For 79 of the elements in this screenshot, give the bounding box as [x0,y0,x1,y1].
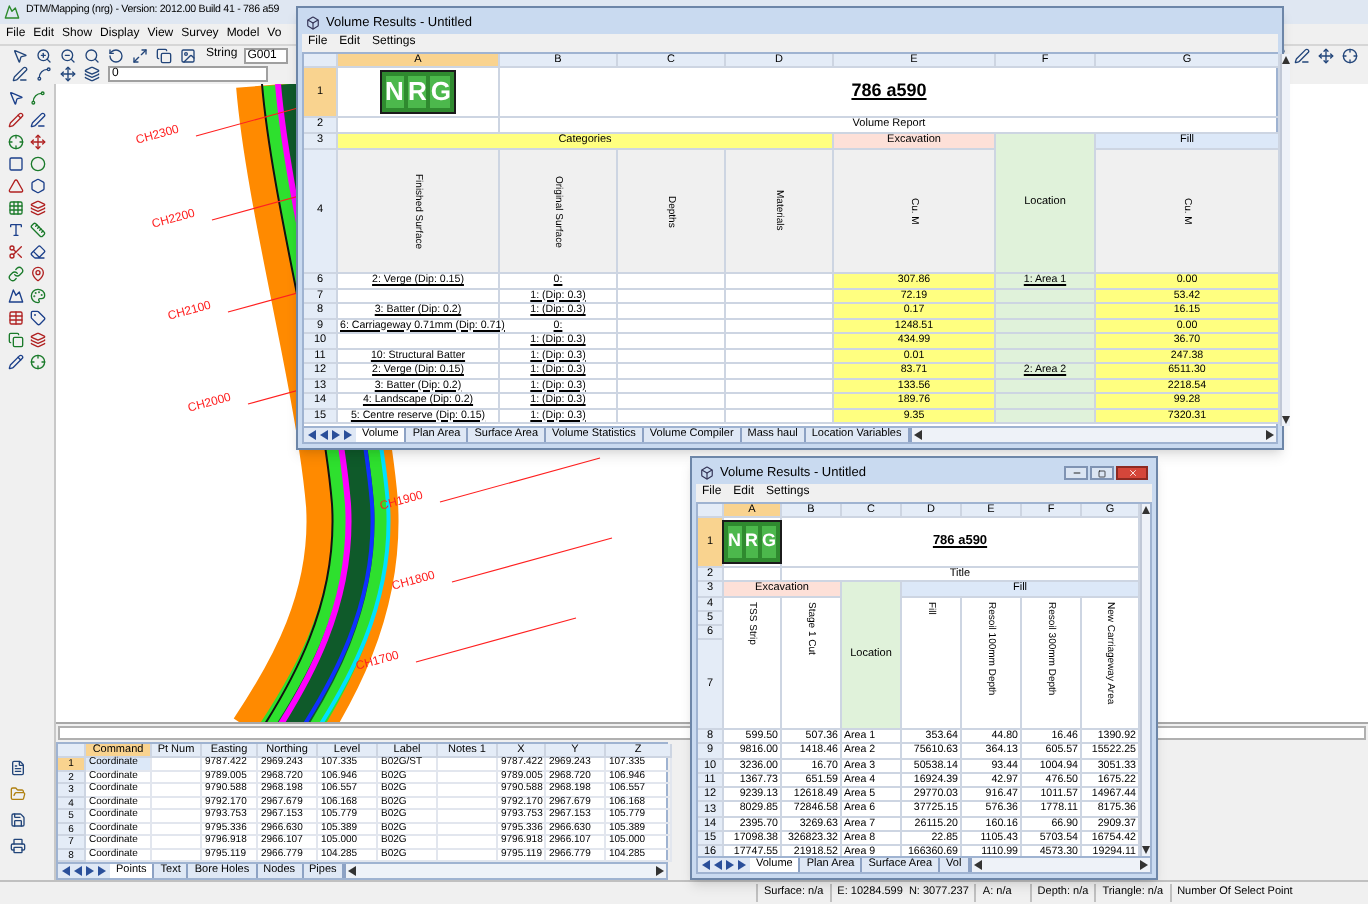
grid-icon[interactable] [4,198,26,218]
horizontal-scrollbar[interactable] [969,858,1150,872]
curve-icon[interactable] [32,64,54,84]
copy-icon[interactable] [152,45,174,65]
table-cell[interactable] [152,771,202,784]
pin-icon[interactable] [27,264,49,284]
curve-icon[interactable] [27,88,49,108]
scissors-icon[interactable] [4,242,26,262]
table-cell[interactable] [438,784,498,797]
close-button[interactable] [1116,466,1148,480]
table-cell[interactable] [438,836,498,849]
image-icon[interactable] [176,45,198,65]
pen-icon[interactable] [27,110,49,130]
pointer-icon[interactable] [4,88,26,108]
zoom-in-icon[interactable] [32,45,54,65]
layers-icon[interactable] [80,64,102,84]
expand-icon[interactable] [128,45,150,65]
logo: N R G [379,70,457,114]
vertical-scrollbar[interactable] [1140,504,1150,856]
table-cell[interactable] [438,823,498,836]
crosshair-icon[interactable] [27,352,49,372]
table-cell[interactable] [438,771,498,784]
minimize-icon [1071,468,1081,478]
save-icon[interactable] [6,810,28,830]
vertical-scrollbar[interactable] [1280,54,1290,426]
crosshair-icon[interactable] [1338,45,1360,65]
horizontal-scrollbar[interactable] [344,864,666,878]
zoom-out-icon[interactable] [56,45,78,65]
table-cell[interactable] [152,797,202,810]
layers-icon[interactable] [27,330,49,350]
pen-icon[interactable] [1290,45,1312,65]
move-icon[interactable] [27,132,49,152]
tag-icon[interactable] [27,308,49,328]
move-icon[interactable] [1314,45,1336,65]
pen-icon[interactable] [8,64,30,84]
table-cell[interactable] [152,823,202,836]
eraser-icon[interactable] [27,242,49,262]
hexagon-icon[interactable] [27,176,49,196]
pointer-icon[interactable] [8,45,30,65]
app-icon [4,4,20,20]
table-cell[interactable] [438,797,498,810]
layers-icon[interactable] [27,198,49,218]
mountain-icon[interactable] [4,286,26,306]
move-icon[interactable] [56,64,78,84]
text-icon[interactable] [4,220,26,240]
table-cell[interactable] [438,758,498,771]
arrow-icon[interactable] [1282,56,1290,64]
window-icon [700,466,714,480]
search-icon[interactable] [80,45,102,65]
table-cell[interactable] [152,758,202,771]
arrow-icon[interactable] [1142,506,1150,514]
table-cell[interactable] [152,810,202,823]
link-icon[interactable] [4,264,26,284]
window-icon [306,16,320,30]
square-icon[interactable] [4,154,26,174]
arrow-icon[interactable] [656,866,664,876]
table-cell[interactable] [152,784,202,797]
horizontal-scrollbar[interactable] [909,428,1276,442]
rotate-icon[interactable] [104,45,126,65]
crosshair-icon[interactable] [4,132,26,152]
minimize-button[interactable] [1064,466,1088,480]
arrow-icon[interactable] [973,860,982,870]
triangle-icon[interactable] [4,176,26,196]
pencil-icon[interactable] [4,352,26,372]
arrow-icon[interactable] [913,430,922,440]
pencil-icon[interactable] [4,110,26,130]
ruler-icon[interactable] [27,220,49,240]
printer-icon[interactable] [6,836,28,856]
report-heading: 786 a590 [500,68,1280,118]
circle-icon[interactable] [27,154,49,174]
table-cell[interactable] [438,810,498,823]
table-cell[interactable] [152,836,202,849]
maximize-icon [1098,469,1106,477]
logo: N R G [722,520,783,564]
palette-icon[interactable] [27,286,49,306]
document-icon[interactable] [6,758,28,778]
table-icon[interactable] [4,308,26,328]
arrow-icon[interactable] [348,866,357,876]
copy-icon[interactable] [4,330,26,350]
